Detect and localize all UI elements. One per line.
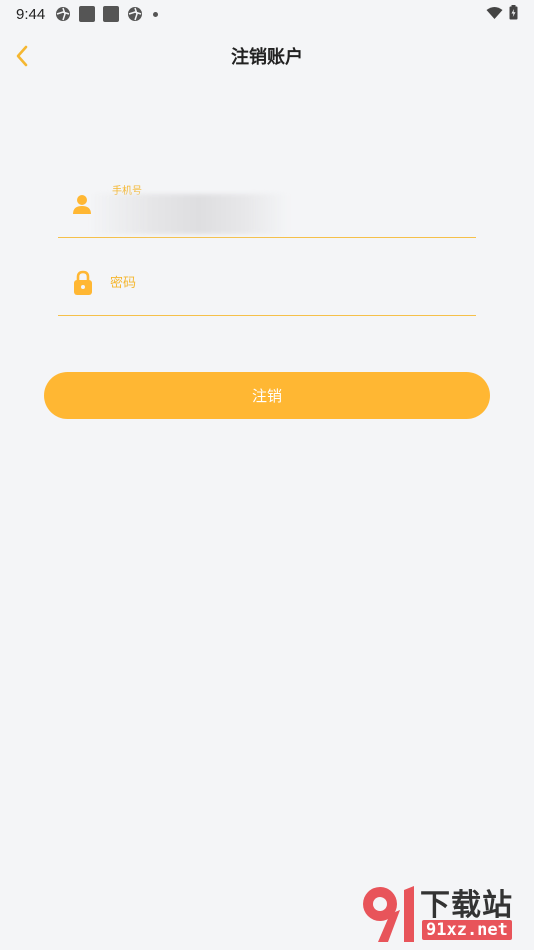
lock-icon	[74, 270, 92, 295]
app-header: 注销账户	[0, 28, 534, 84]
watermark-logo: 下载站 91xz.net	[358, 880, 530, 946]
phone-input[interactable]	[90, 194, 288, 234]
deregister-button[interactable]: 注销	[44, 372, 490, 419]
password-field	[58, 258, 476, 316]
status-bar: 9:44	[0, 0, 534, 28]
user-icon	[73, 195, 91, 214]
watermark-url: 91xz.net	[422, 920, 512, 940]
watermark-title: 下载站	[420, 888, 513, 923]
battery-icon	[509, 5, 518, 20]
back-button[interactable]	[6, 40, 38, 72]
status-time: 9:44	[16, 5, 46, 23]
aperture-icon	[56, 7, 71, 21]
chevron-left-icon	[16, 45, 28, 67]
more-notifications-dot-icon	[153, 11, 159, 17]
password-input[interactable]	[110, 272, 450, 294]
aperture-icon	[128, 7, 143, 21]
wifi-icon	[486, 6, 503, 19]
notification-square-icon	[79, 6, 96, 22]
notification-square-icon	[103, 6, 120, 22]
phone-field: 手机号	[58, 178, 476, 238]
page-title: 注销账户	[231, 47, 303, 68]
